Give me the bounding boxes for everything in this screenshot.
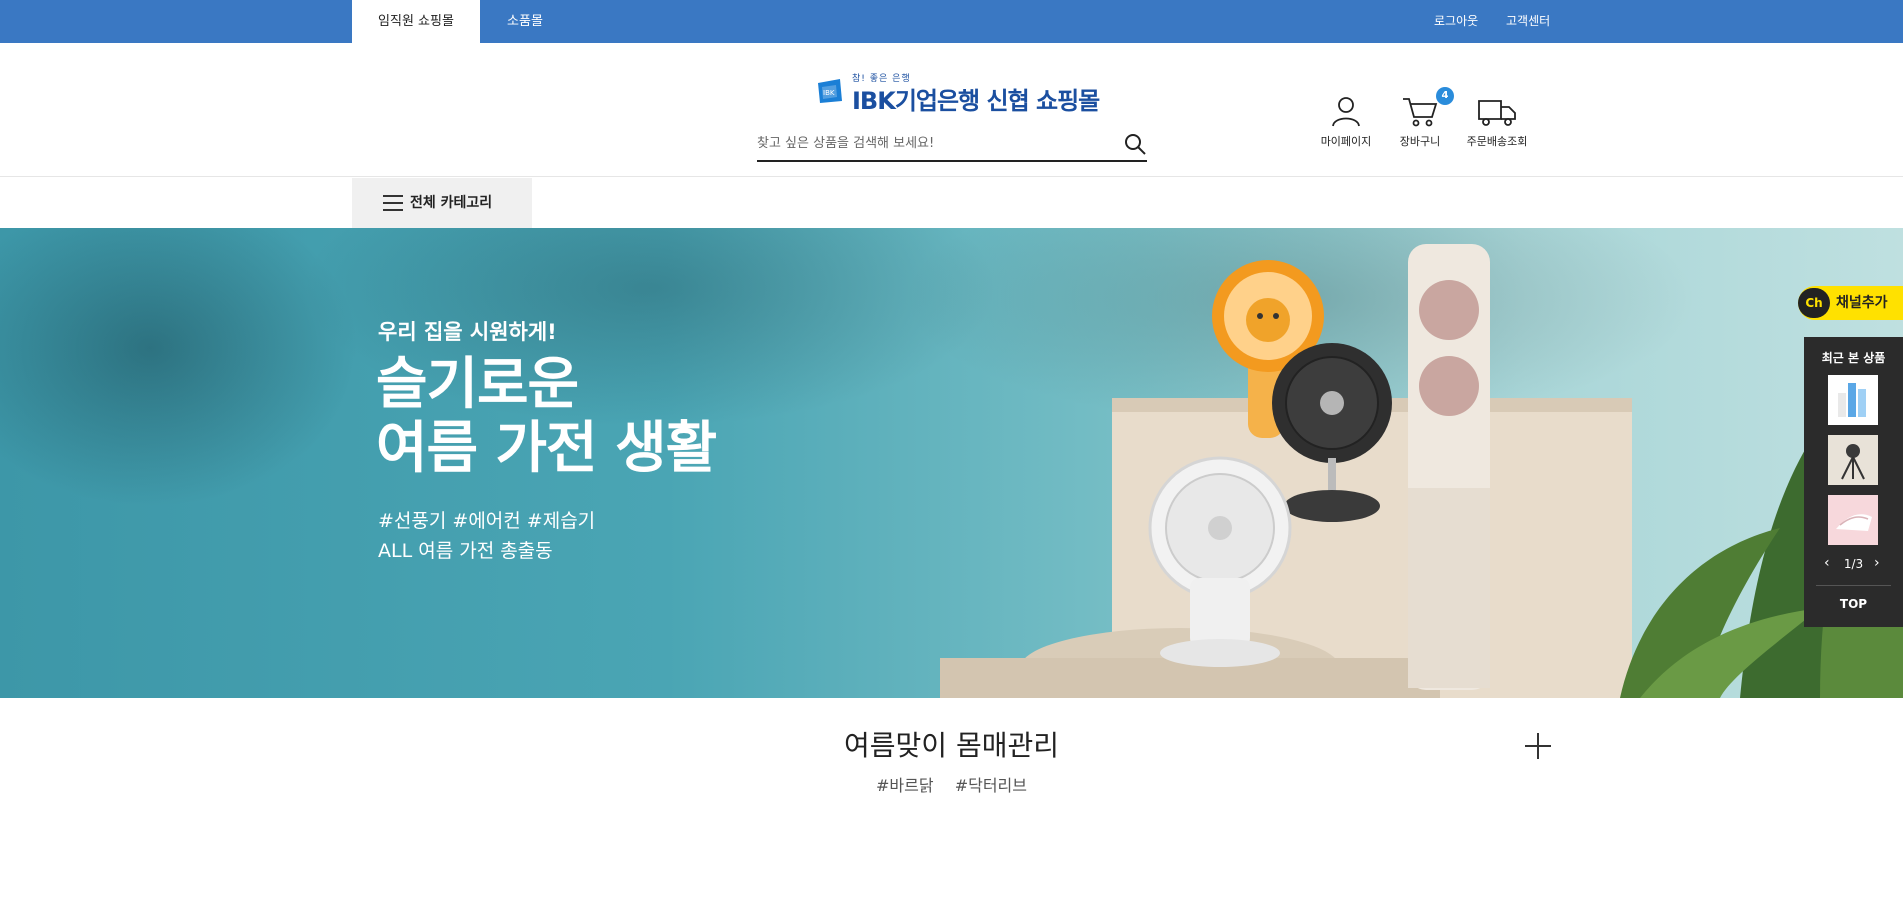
banner-tags: #선풍기 #에어컨 #제습기 ALL 여름 가전 총출동 bbox=[378, 510, 596, 562]
recent-products-panel: 최근 본 상품 ‹ 1/3 › TOP bbox=[1804, 337, 1903, 627]
recent-product-thumbnail[interactable] bbox=[1828, 495, 1878, 545]
recent-products-title: 최근 본 상품 bbox=[1821, 351, 1886, 365]
delivery-label: 주문배송조회 bbox=[1466, 135, 1528, 148]
recent-next-button[interactable]: › bbox=[1874, 555, 1880, 571]
product-image bbox=[1828, 435, 1878, 485]
recent-product-thumbnail[interactable] bbox=[1828, 435, 1878, 485]
section-tag-link[interactable]: #닥터리브 bbox=[955, 776, 1027, 795]
all-category-button[interactable]: 전체 카테고리 bbox=[352, 178, 532, 228]
cart-icon bbox=[1403, 98, 1438, 127]
mypage-label: 마이페이지 bbox=[1320, 135, 1372, 148]
search-input[interactable] bbox=[757, 126, 1107, 160]
delivery-button[interactable]: 주문배송조회 bbox=[1462, 95, 1532, 149]
ibk-logo-icon: IBK bbox=[818, 79, 842, 103]
header: IBK 참! 좋은 은행 IBK기업은행 신협 쇼핑몰 마이페이지 bbox=[0, 43, 1903, 177]
tab-employee-mall[interactable]: 임직원 쇼핑몰 bbox=[352, 0, 480, 43]
recent-product-thumbnail[interactable] bbox=[1828, 375, 1878, 425]
scroll-top-button[interactable]: TOP bbox=[1804, 597, 1903, 611]
banner-subtitle: 우리 집을 시원하게! bbox=[378, 320, 557, 344]
user-icon bbox=[1332, 97, 1360, 127]
channel-icon: Ch bbox=[1798, 288, 1830, 318]
logout-link[interactable]: 로그아웃 bbox=[1434, 0, 1478, 43]
tab-goods-mall[interactable]: 소품몰 bbox=[480, 0, 570, 43]
site-logo[interactable]: IBK 참! 좋은 은행 IBK기업은행 신협 쇼핑몰 bbox=[816, 71, 1100, 115]
product-image bbox=[1828, 495, 1878, 545]
more-plus-icon[interactable] bbox=[1525, 733, 1551, 759]
cart-label: 장바구니 bbox=[1399, 135, 1441, 148]
section-tag-link[interactable]: #바르닭 bbox=[876, 776, 934, 795]
cart-count-badge: 4 bbox=[1436, 87, 1454, 105]
search-icon[interactable] bbox=[1123, 132, 1147, 156]
svg-text:IBK: IBK bbox=[823, 89, 835, 97]
kakao-channel-button[interactable]: Ch 채널추가 bbox=[1798, 286, 1903, 320]
recent-pagination: 1/3 bbox=[1843, 557, 1864, 571]
page: 임직원 쇼핑몰 소품몰 로그아웃 고객센터 IBK 참! 좋은 은행 IBK기업… bbox=[0, 0, 1903, 913]
menu-icon bbox=[383, 195, 403, 211]
truck-icon bbox=[1478, 100, 1516, 126]
divider bbox=[1816, 585, 1891, 586]
section-title: 여름맞이 몸매관리 bbox=[844, 729, 1059, 762]
top-bar: 임직원 쇼핑몰 소품몰 로그아웃 고객센터 bbox=[0, 0, 1903, 43]
main-banner[interactable]: 우리 집을 시원하게! 슬기로운 여름 가전 생활 #선풍기 #에어컨 #제습기… bbox=[0, 228, 1903, 698]
banner-title: 슬기로운 여름 가전 생활 bbox=[376, 352, 717, 481]
logo-text: IBK기업은행 신협 쇼핑몰 bbox=[852, 87, 1100, 115]
search-box bbox=[757, 126, 1147, 162]
customer-center-link[interactable]: 고객센터 bbox=[1506, 0, 1550, 43]
section-tags: #바르닭 #닥터리브 bbox=[0, 772, 1903, 796]
banner-product-image bbox=[940, 244, 1903, 698]
all-category-label: 전체 카테고리 bbox=[410, 195, 493, 211]
product-image bbox=[1828, 375, 1878, 425]
cart-button[interactable]: 4 장바구니 bbox=[1390, 87, 1454, 149]
channel-label: 채널추가 bbox=[1836, 295, 1888, 311]
mypage-button[interactable]: 마이페이지 bbox=[1316, 95, 1376, 149]
